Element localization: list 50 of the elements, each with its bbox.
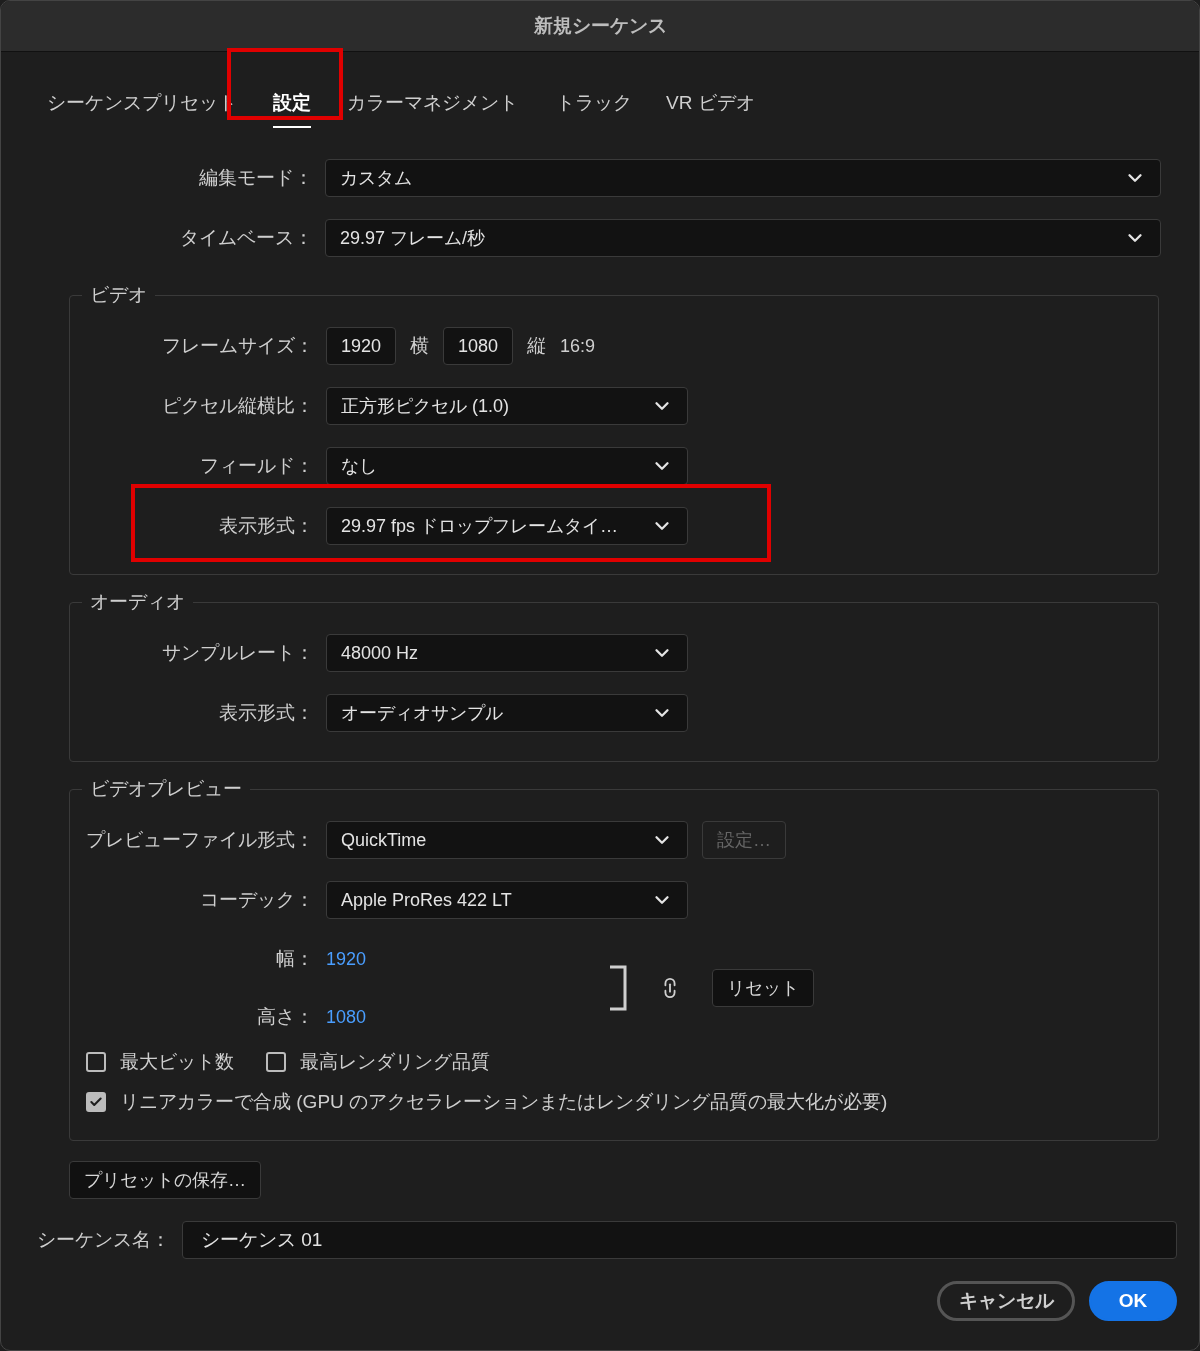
dropdown[interactable]: 29.97 fps ドロップフレームタイ… [326, 507, 688, 545]
bracket-icon [608, 965, 628, 1011]
ok-button[interactable]: OK [1089, 1281, 1177, 1321]
aspect-ratio: 16:9 [560, 335, 596, 357]
dropdown[interactable]: オーディオサンプル [326, 694, 688, 732]
width-value[interactable]: 1920 [326, 948, 526, 970]
tab[interactable]: 設定 [273, 82, 311, 128]
field-label: タイムベース： [179, 226, 313, 250]
checkbox[interactable] [86, 1052, 106, 1072]
save-preset-button[interactable]: プリセットの保存… [69, 1161, 261, 1199]
tab[interactable]: VR ビデオ [666, 82, 755, 128]
dropdown[interactable]: 正方形ピクセル (1.0) [326, 387, 688, 425]
field-label: プレビューファイル形式： [85, 828, 314, 852]
field-label: 表示形式： [218, 514, 314, 538]
field-label: フレームサイズ： [161, 334, 314, 358]
checkbox-label[interactable]: リニアカラーで合成 (GPU のアクセラレーションまたはレンダリング品質の最大化が必要) [86, 1089, 888, 1115]
field-label: コーデック： [199, 888, 314, 912]
field-label: 幅： [275, 947, 314, 971]
section-title: オーディオ [89, 590, 186, 614]
height-field[interactable]: 1080 [443, 327, 514, 365]
unit-label: 縦 [527, 334, 547, 358]
field-label: シーケンス名： [37, 1228, 170, 1252]
height-value[interactable]: 1080 [326, 1006, 526, 1028]
dropdown[interactable]: 48000 Hz [326, 634, 688, 672]
field-label: 表示形式： [218, 701, 314, 725]
field-label: 編集モード： [198, 166, 313, 190]
field-label: フィールド： [199, 454, 314, 478]
checkbox[interactable] [86, 1092, 106, 1112]
field-label: ピクセル縦横比： [161, 394, 314, 418]
sequence-name-field[interactable]: シーケンス 01 [182, 1221, 1177, 1259]
section-title: ビデオプレビュー [89, 777, 243, 801]
section-title: ビデオ [89, 283, 148, 307]
dropdown[interactable]: なし [326, 447, 688, 485]
checkbox[interactable] [266, 1052, 286, 1072]
dropdown[interactable]: QuickTime [326, 821, 688, 859]
tab[interactable]: トラック [556, 82, 632, 128]
reset-button[interactable]: リセット [712, 969, 814, 1007]
check-icon [89, 1095, 103, 1109]
width-field[interactable]: 1920 [326, 327, 397, 365]
tab[interactable]: カラーマネジメント [347, 82, 518, 128]
checkbox-label[interactable]: 最高レンダリング品質 [266, 1049, 490, 1075]
field-label: 高さ： [256, 1005, 314, 1029]
dropdown[interactable]: 29.97 フレーム/秒 [325, 219, 1161, 257]
window-title: 新規シーケンス [1, 1, 1199, 52]
dropdown[interactable]: カスタム [325, 159, 1161, 197]
unit-label: 横 [410, 334, 430, 358]
field-label: サンプルレート： [161, 641, 314, 665]
checkbox-label[interactable]: 最大ビット数 [86, 1049, 234, 1075]
cancel-button[interactable]: キャンセル [937, 1281, 1075, 1321]
dropdown[interactable]: Apple ProRes 422 LT [326, 881, 688, 919]
